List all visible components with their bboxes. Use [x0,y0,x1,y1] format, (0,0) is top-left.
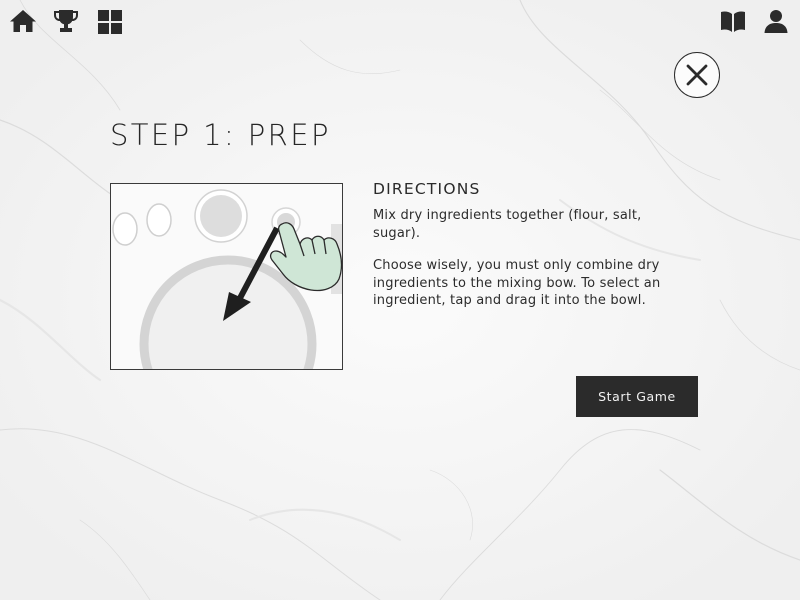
step-title: STEP 1: PREP [110,118,331,152]
directions-heading: DIRECTIONS [373,180,481,198]
book-icon[interactable] [719,7,747,35]
start-game-button[interactable]: Start Game [576,376,698,417]
close-icon [686,64,708,86]
ingredient-oval-1 [112,212,138,246]
ingredient-plate-inner [200,195,242,237]
drag-to-bowl-illustration [112,189,342,369]
directions-paragraph-1: Mix dry ingredients together (flour, sal… [373,208,642,241]
grid-icon[interactable] [96,8,124,36]
close-button[interactable] [674,52,720,98]
ingredient-oval-2 [146,203,172,237]
home-icon[interactable] [9,7,37,35]
trophy-icon[interactable] [52,7,80,35]
instruction-illustration [110,183,343,370]
user-icon[interactable] [762,7,790,35]
directions-paragraph-2: Choose wisely, you must only combine dry… [373,258,661,308]
